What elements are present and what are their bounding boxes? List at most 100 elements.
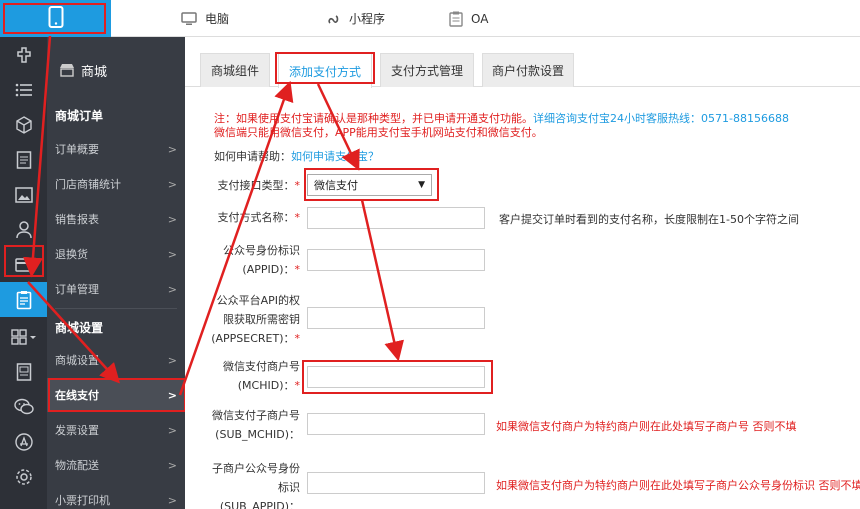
label-text: (SUB_MCHID)： xyxy=(215,428,300,441)
sidebar-item-label: 小票打印机 xyxy=(55,494,110,507)
label-text: (APPID)： xyxy=(242,263,295,276)
highlight-box-interface-select xyxy=(304,168,439,201)
payment-name-input[interactable] xyxy=(307,207,485,229)
label-text: 公众号身份标识 xyxy=(223,244,300,257)
sidebar-title: 商城 xyxy=(47,55,185,85)
appid-input[interactable] xyxy=(307,249,485,271)
hotline-link[interactable]: 详细咨询支付宝24小时客服热线：0571-88156688 xyxy=(533,112,789,125)
sidebar-item-store-stats[interactable]: 门店商铺统计 > xyxy=(47,167,185,201)
chevron-right-icon: > xyxy=(167,247,177,261)
sidebar-item-label: 订单概要 xyxy=(55,143,99,156)
report-icon[interactable] xyxy=(0,354,47,389)
box-icon[interactable] xyxy=(0,107,47,142)
highlight-box-order-icon xyxy=(4,245,44,277)
sub-mchid-input[interactable] xyxy=(307,413,485,435)
settings-icon[interactable] xyxy=(0,459,47,494)
label-text: (SUB_APPID)： xyxy=(219,500,300,509)
tab-payment-method-management[interactable]: 支付方式管理 xyxy=(380,53,474,87)
sidebar-item-label: 订单管理 xyxy=(55,283,99,296)
monitor-icon xyxy=(181,11,197,26)
app-store-icon[interactable] xyxy=(0,424,47,459)
sidebar-item-shop-settings[interactable]: 商城设置 > xyxy=(47,343,185,377)
sidebar-item-label: 销售报表 xyxy=(55,213,99,226)
highlight-box-add-payment-tab xyxy=(275,52,375,84)
sub-appid-hint: 如果微信支付商户为特约商户则在此处填写子商户公众号身份标识 否则不填 xyxy=(496,479,860,492)
top-tab-oa[interactable]: OA xyxy=(449,0,488,37)
tab-label: 商户付款设置 xyxy=(491,64,564,78)
required-mark: * xyxy=(294,211,301,224)
sub-appid-label: 子商户公众号身份 标识 (SUB_APPID)： xyxy=(200,459,300,509)
sidebar-section-orders: 商城订单 xyxy=(55,109,104,123)
tab-label: 支付方式管理 xyxy=(390,64,463,78)
sidebar-item-invoice-settings[interactable]: 发票设置 > xyxy=(47,413,185,447)
top-tab-label: 电脑 xyxy=(205,12,230,26)
chevron-right-icon: > xyxy=(167,142,177,156)
label-text: 公众平台API的权 xyxy=(216,294,300,307)
help-link[interactable]: 如何申请支付宝？ xyxy=(291,150,379,163)
tab-label: 商城组件 xyxy=(210,64,259,78)
sidebar-item-returns[interactable]: 退换货 > xyxy=(47,237,185,271)
sidebar-item-logistics[interactable]: 物流配送 > xyxy=(47,448,185,482)
label-text: (APPSECRET)： xyxy=(211,332,295,345)
appsecret-label: 公众平台API的权 限获取所需密钥 (APPSECRET)：* xyxy=(200,291,300,348)
sidebar-title-label: 商城 xyxy=(81,64,108,80)
image-icon[interactable] xyxy=(0,177,47,212)
help-prefix: 如何申请帮助： xyxy=(214,150,291,163)
sidebar-item-sales-report[interactable]: 销售报表 > xyxy=(47,202,185,236)
tab-shop-components[interactable]: 商城组件 xyxy=(200,53,270,87)
required-mark: * xyxy=(294,379,301,392)
sub-appid-input[interactable] xyxy=(307,472,485,494)
highlight-box-mobile xyxy=(3,3,106,34)
plugin-icon[interactable] xyxy=(0,37,47,72)
required-mark: * xyxy=(294,332,301,345)
required-mark: * xyxy=(294,179,301,192)
sub-mchid-hint: 如果微信支付商户为特约商户则在此处填写子商户号 否则不填 xyxy=(496,420,797,433)
top-tab-label: OA xyxy=(471,11,489,26)
sidebar-divider xyxy=(55,308,177,309)
interface-type-label: 支付接口类型：* xyxy=(200,176,301,195)
label-text: 支付接口类型： xyxy=(217,179,295,192)
sidebar-item-label: 发票设置 xyxy=(55,424,99,437)
list-icon[interactable] xyxy=(0,72,47,107)
name-label: 支付方式名称：* xyxy=(200,208,301,227)
appsecret-input[interactable] xyxy=(307,307,485,329)
sidebar-item-order-management[interactable]: 订单管理 > xyxy=(47,272,185,306)
mchid-label: 微信支付商户号 (MCHID)：* xyxy=(200,357,300,395)
sidebar-item-label: 退换货 xyxy=(55,248,88,261)
apps-icon[interactable] xyxy=(0,319,47,354)
top-tab-pc[interactable]: 电脑 xyxy=(181,0,229,37)
label-text: 限获取所需密钥 xyxy=(223,313,300,326)
sidebar-item-label: 物流配送 xyxy=(55,459,99,472)
chevron-right-icon: > xyxy=(167,423,177,437)
user-icon[interactable] xyxy=(0,212,47,247)
sub-mchid-label: 微信支付子商户号 (SUB_MCHID)： xyxy=(200,406,300,444)
label-text: 微信支付商户号 xyxy=(223,360,300,373)
required-mark: * xyxy=(294,263,301,276)
help-line: 如何申请帮助：如何申请支付宝？ xyxy=(214,148,379,164)
label-text: (MCHID)： xyxy=(237,379,295,392)
sidebar-item-receipt-printer[interactable]: 小票打印机 > xyxy=(47,483,185,509)
mini-program-icon xyxy=(327,12,341,26)
chevron-right-icon: > xyxy=(167,458,177,472)
label-text: 支付方式名称： xyxy=(217,211,295,224)
highlight-box-online-payment xyxy=(48,378,186,412)
sidebar-item-label: 商城设置 xyxy=(55,354,99,367)
document-icon[interactable] xyxy=(0,142,47,177)
notice-line-2: 微信端只能用微信支付，APP能用支付宝手机网站支付和微信支付。 xyxy=(214,126,543,139)
shop-icon xyxy=(59,63,75,77)
top-tab-mini-program[interactable]: 小程序 xyxy=(327,0,385,37)
sidebar-item-label: 门店商铺统计 xyxy=(55,178,121,191)
tab-merchant-payment-settings[interactable]: 商户付款设置 xyxy=(482,53,574,87)
wechat-icon[interactable] xyxy=(0,389,47,424)
name-hint: 客户提交订单时看到的支付名称，长度限制在1-50个字符之间 xyxy=(499,213,799,226)
clipboard-icon xyxy=(449,11,463,27)
shop-sidebar: 商城 商城订单 订单概要 > 门店商铺统计 > 销售报表 > 退换货 > 订单管理 > 商… xyxy=(47,37,185,509)
label-text: 标识 xyxy=(278,481,300,494)
chevron-right-icon: > xyxy=(167,493,177,507)
highlight-box-mchid xyxy=(302,360,493,394)
chevron-right-icon: > xyxy=(167,282,177,296)
sidebar-section-settings: 商城设置 xyxy=(55,321,104,335)
sidebar-item-order-summary[interactable]: 订单概要 > xyxy=(47,132,185,166)
order-clipboard-icon[interactable] xyxy=(0,282,47,317)
label-text: 子商户公众号身份 xyxy=(212,462,300,475)
